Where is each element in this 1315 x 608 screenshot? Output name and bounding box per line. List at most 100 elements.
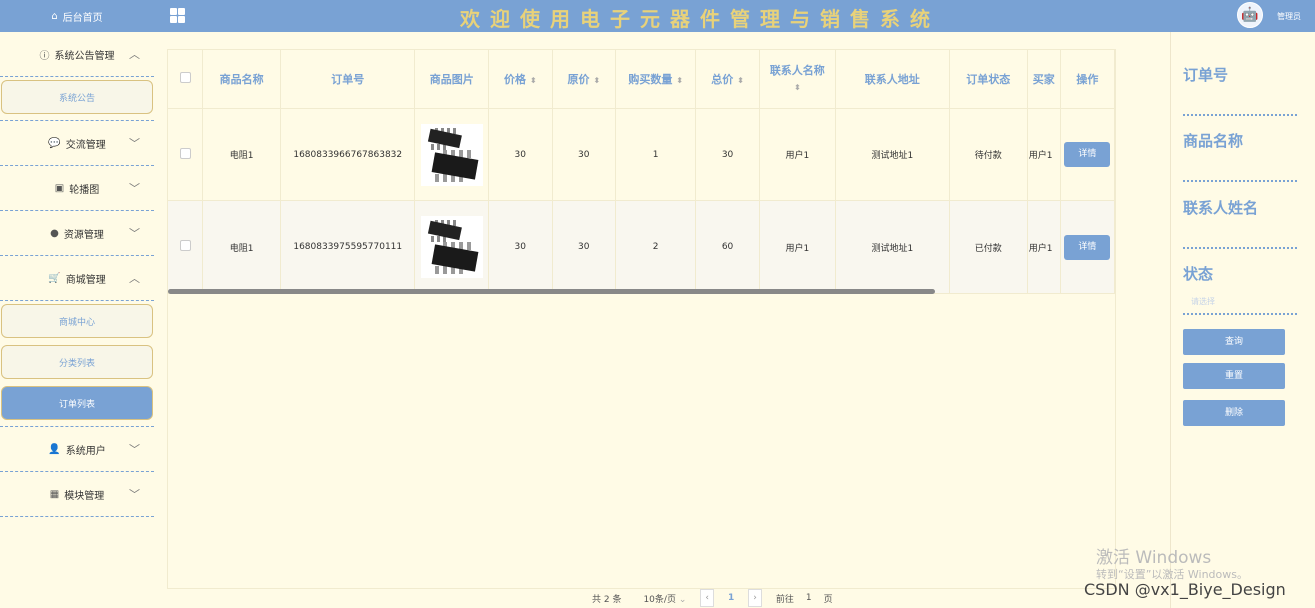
sort-icon: ⬍	[593, 76, 601, 85]
next-page-button[interactable]: ›	[748, 589, 762, 607]
cell-image	[414, 108, 490, 201]
status-select-underline	[1183, 313, 1297, 315]
bulb-icon: ●	[50, 227, 59, 239]
image-icon: ▣	[54, 182, 65, 194]
chevron-up-icon: ︿	[129, 48, 140, 61]
chevron-down-icon: ﹀	[129, 182, 140, 195]
sidebar-item-notice[interactable]: 系统公告	[1, 80, 153, 114]
cell-buyer: 用户1	[1027, 108, 1061, 201]
table-row: 电阻1 1680833966767863832 30 30 1 30 用户1 测…	[168, 108, 1115, 201]
col-header-label: 联系人名称	[769, 63, 825, 77]
chat-icon: 💬	[48, 137, 61, 149]
cell-status: 已付款	[949, 200, 1028, 294]
row-checkbox[interactable]	[168, 200, 204, 294]
col-header-sortable[interactable]: 原价 ⬍	[552, 50, 617, 109]
cell-contact: 用户1	[759, 108, 836, 201]
cell-action: 详情	[1060, 108, 1115, 201]
csdn-watermark: CSDN @vx1_Biye_Design	[1084, 580, 1286, 599]
sidebar-item-shop-center[interactable]: 商城中心	[1, 304, 153, 338]
chevron-down-icon: ⌄	[678, 594, 687, 605]
chevron-down-icon: ﹀	[129, 137, 140, 150]
col-header: 买家	[1027, 50, 1061, 109]
horizontal-scrollbar[interactable]	[168, 287, 1115, 295]
delete-button[interactable]: 删除	[1183, 400, 1285, 426]
row-checkbox[interactable]	[168, 108, 204, 201]
sidebar-group-forum[interactable]: 💬 交流管理 ﹀	[0, 121, 154, 166]
cell-buyer: 用户1	[1027, 200, 1061, 294]
menu-grid-icon[interactable]	[170, 8, 185, 23]
contact-name-input[interactable]	[1183, 247, 1297, 249]
home-icon: ⌂	[51, 10, 58, 22]
prev-page-button[interactable]: ‹	[700, 589, 714, 607]
cell-qty: 2	[615, 200, 697, 294]
search-button[interactable]: 查询	[1183, 329, 1285, 355]
detail-button[interactable]: 详情	[1064, 142, 1111, 167]
sidebar-group-notice[interactable]: ⓘ 系统公告管理 ︿	[0, 32, 154, 77]
sidebar-item-order-list[interactable]: 订单列表	[1, 386, 153, 420]
col-header-sortable[interactable]: 联系人名称 ⬍	[759, 50, 836, 109]
order-table: 商品名称 订单号 商品图片 价格 ⬍ 原价 ⬍ 购买数量 ⬍ 总价 ⬍ 联系人名…	[168, 50, 1115, 294]
cell-address: 测试地址1	[835, 200, 950, 294]
chevron-up-icon: ︿	[129, 272, 140, 285]
col-header-label: 原价	[567, 73, 590, 86]
page-current[interactable]: 1	[714, 593, 748, 603]
cart-icon: 🛒	[48, 272, 61, 284]
sidebar-group-shop[interactable]: 🛒 商城管理 ︿	[0, 256, 154, 301]
divider	[0, 114, 154, 121]
chevron-down-icon: ﹀	[129, 227, 140, 240]
sidebar-home[interactable]: ⌂ 后台首页	[0, 0, 154, 32]
top-header: 欢迎使用电子元器件管理与销售系统 🤖 管理员	[154, 0, 1315, 32]
page-size-select[interactable]: 10条/页 ⌄	[643, 592, 686, 605]
col-header: 商品名称	[202, 50, 282, 109]
sidebar-item-category-list[interactable]: 分类列表	[1, 345, 153, 379]
sidebar-group-label: 交流管理	[65, 139, 106, 151]
col-header-label: 购买数量	[628, 73, 673, 86]
cell-address: 测试地址1	[835, 108, 950, 201]
page-unit-label: 页	[823, 594, 833, 605]
col-header-label: 价格	[504, 73, 526, 86]
col-header: 订单状态	[949, 50, 1028, 109]
col-header-sortable[interactable]: 总价 ⬍	[695, 50, 760, 109]
pagination: 共 2 条 10条/页 ⌄ ‹ 1 › 前往 1 页	[592, 588, 833, 608]
chevron-down-icon: ﹀	[129, 443, 140, 456]
col-header-sortable[interactable]: 购买数量 ⬍	[615, 50, 697, 109]
sidebar: ⌂ 后台首页 ⓘ 系统公告管理 ︿ 系统公告 💬 交流管理 ﹀ ▣ 轮播图 ﹀ …	[0, 0, 154, 608]
status-select[interactable]: 请选择	[1191, 296, 1215, 307]
reset-button[interactable]: 重置	[1183, 363, 1285, 389]
col-header: 订单号	[280, 50, 416, 109]
user-name[interactable]: 管理员	[1277, 11, 1301, 22]
filter-label-status: 状态	[1183, 265, 1214, 283]
detail-button[interactable]: 详情	[1064, 234, 1111, 260]
product-name-input[interactable]	[1183, 180, 1297, 182]
cell-price: 30	[488, 200, 553, 294]
table-row: 电阻1 1680833975595770111 30 30 2 60 用户1 测…	[168, 200, 1115, 294]
cell-order-no: 1680833975595770111	[280, 200, 416, 294]
sidebar-group-carousel[interactable]: ▣ 轮播图 ﹀	[0, 166, 154, 211]
filter-panel: 订单号 商品名称 联系人姓名 状态 请选择 查询 重置 删除	[1170, 32, 1315, 608]
sidebar-group-label: 模块管理	[64, 490, 105, 502]
col-header-sortable[interactable]: 价格 ⬍	[488, 50, 553, 109]
product-thumbnail[interactable]	[420, 216, 483, 278]
cell-action: 详情	[1060, 200, 1115, 294]
sidebar-group-resource[interactable]: ● 资源管理 ﹀	[0, 211, 154, 256]
select-all-checkbox[interactable]	[168, 50, 204, 109]
chevron-down-icon: ﹀	[129, 488, 140, 501]
cell-name: 电阻1	[202, 108, 282, 201]
cell-status: 待付款	[949, 108, 1028, 201]
product-thumbnail[interactable]	[420, 123, 483, 186]
page-size-label: 10条/页	[643, 594, 676, 605]
order-no-input[interactable]	[1183, 114, 1297, 116]
pager-total: 共 2 条	[592, 594, 622, 605]
sidebar-group-label: 商城管理	[65, 274, 106, 286]
scrollbar-thumb[interactable]	[168, 289, 935, 294]
goto-input[interactable]: 1	[806, 593, 812, 603]
cell-total: 60	[695, 200, 760, 294]
divider	[0, 420, 154, 427]
order-table-panel: 商品名称 订单号 商品图片 价格 ⬍ 原价 ⬍ 购买数量 ⬍ 总价 ⬍ 联系人名…	[167, 49, 1116, 589]
col-header-label: 总价	[711, 73, 734, 86]
avatar[interactable]: 🤖	[1237, 2, 1263, 28]
sidebar-group-users[interactable]: 👤 系统用户 ﹀	[0, 427, 154, 472]
sort-icon: ⬍	[676, 76, 683, 85]
sidebar-group-modules[interactable]: ▦ 模块管理 ﹀	[0, 472, 154, 517]
cell-qty: 1	[615, 108, 697, 201]
